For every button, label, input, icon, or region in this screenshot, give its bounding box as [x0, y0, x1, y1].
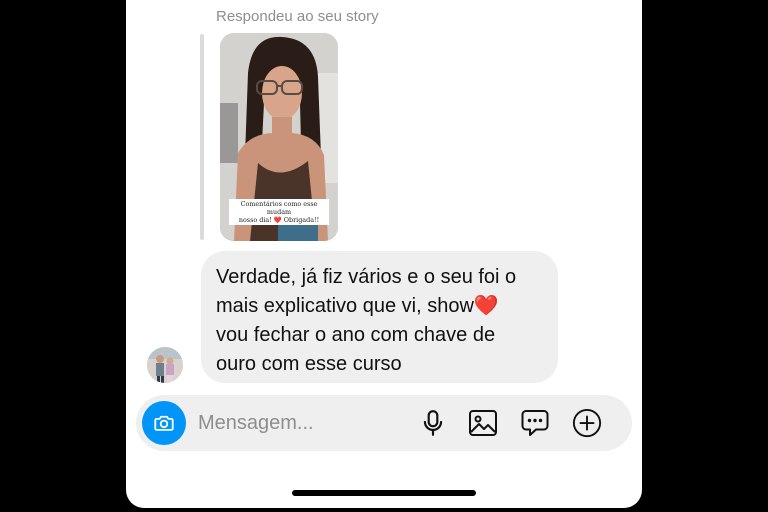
home-indicator[interactable] — [292, 490, 476, 496]
message-bubble[interactable]: Verdade, já fiz vários e o seu foi o mai… — [201, 251, 558, 383]
camera-icon — [154, 415, 174, 431]
sticker-button[interactable] — [520, 408, 550, 438]
message-input[interactable] — [198, 409, 398, 437]
heart-emoji: ❤️ — [473, 295, 499, 317]
message-line-3: vou fechar o ano com chave de — [216, 324, 496, 346]
story-reply-caption: Respondeu ao seu story — [216, 8, 379, 25]
message-line-4: ouro com esse curso — [216, 353, 402, 375]
story-sticker-line1: Comentários como esse mudam — [240, 200, 318, 216]
message-line-2: mais explicativo que vi, show❤️ — [216, 292, 544, 321]
message-line-1: Verdade, já fiz vários e o seu foi o — [216, 266, 517, 288]
story-preview[interactable]: Comentários como esse mudam nosso dia! ❤… — [220, 33, 338, 241]
plus-icon — [572, 408, 602, 438]
gallery-button[interactable] — [468, 408, 498, 438]
avatar-photo — [147, 347, 183, 383]
sticker-icon — [521, 410, 549, 436]
message-composer — [136, 395, 632, 451]
microphone-icon — [423, 410, 443, 436]
story-reply-bar — [200, 34, 204, 240]
avatar[interactable] — [147, 347, 183, 383]
dm-screen: Respondeu ao seu story Comentários como … — [126, 0, 642, 508]
message-line-2-text: mais explicativo que vi, show — [216, 295, 474, 317]
plus-button[interactable] — [572, 408, 602, 438]
microphone-button[interactable] — [418, 408, 448, 438]
gallery-icon — [469, 410, 497, 436]
story-sticker-line2: nosso dia! ❤️ Obrigada!! — [238, 216, 320, 224]
camera-button[interactable] — [142, 401, 186, 445]
story-sticker: Comentários como esse mudam nosso dia! ❤… — [229, 199, 329, 225]
